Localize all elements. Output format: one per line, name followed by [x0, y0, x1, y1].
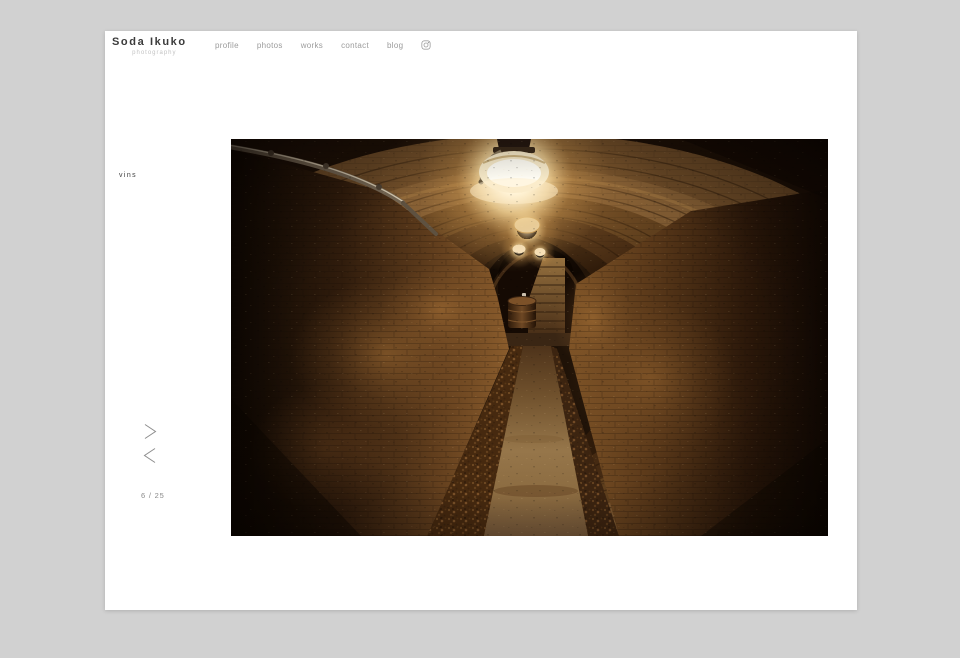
nav-item-blog[interactable]: blog — [387, 41, 403, 50]
album-title: vins — [119, 172, 137, 179]
nav-item-works[interactable]: works — [301, 41, 323, 50]
site-subtitle: photography — [112, 50, 187, 56]
instagram-icon[interactable] — [421, 40, 431, 50]
nav-item-contact[interactable]: contact — [341, 41, 369, 50]
site-card: Soda Ikuko photography profile photos wo… — [105, 31, 857, 610]
gallery-photo — [231, 139, 828, 536]
site-logo[interactable]: Soda Ikuko photography — [112, 36, 187, 56]
chevron-left-icon — [142, 447, 158, 464]
site-title[interactable]: Soda Ikuko — [112, 36, 187, 48]
main-nav: profile photos works contact blog — [215, 40, 431, 50]
prev-arrow[interactable] — [142, 447, 158, 464]
next-arrow[interactable] — [142, 423, 158, 440]
photo-counter: 6 / 25 — [141, 491, 165, 500]
nav-item-photos[interactable]: photos — [257, 41, 283, 50]
cellar-tunnel-illustration — [231, 139, 828, 536]
chevron-right-icon — [142, 423, 158, 440]
nav-item-profile[interactable]: profile — [215, 41, 239, 50]
